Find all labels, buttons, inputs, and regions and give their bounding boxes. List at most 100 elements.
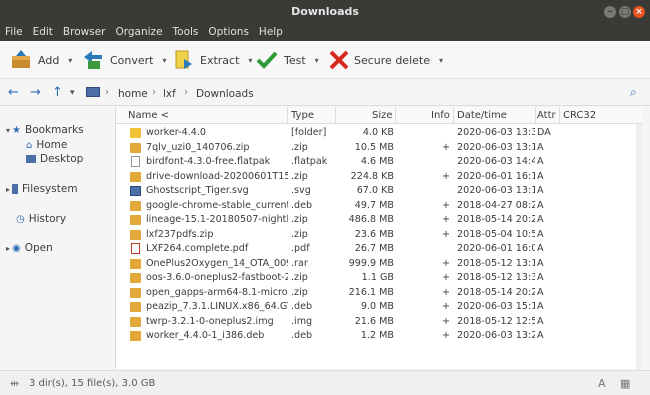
secure-delete-button[interactable]: Secure delete ▾: [328, 49, 443, 71]
file-size: 21.6 MB: [354, 315, 394, 327]
back-arrow-icon[interactable]: ←: [8, 85, 19, 100]
add-button[interactable]: Add ▾: [10, 49, 72, 71]
forward-arrow-icon[interactable]: →: [30, 85, 41, 100]
menu-file[interactable]: File: [0, 24, 28, 38]
resize-arrows-icon[interactable]: ⇹: [10, 377, 19, 390]
history-icon: ◷: [16, 213, 25, 225]
sidebar-item-desktop[interactable]: Desktop: [26, 153, 83, 165]
file-type: .zip: [291, 170, 308, 182]
file-attr: A: [537, 228, 544, 240]
table-row[interactable]: OnePlus2Oxygen_14_OTA_009_a .rar 999.9 MB +…: [116, 257, 642, 272]
chevron-right-icon[interactable]: ▸: [6, 185, 10, 194]
sidebar-open[interactable]: ▸ ◉ Open: [6, 242, 53, 254]
desktop-icon: [26, 155, 36, 163]
chevron-down-icon[interactable]: ▾: [248, 56, 252, 65]
table-row[interactable]: oos-3.6.0-oneplus2-fastboot-20 .zip 1.1 GB…: [116, 271, 642, 286]
column-header-name[interactable]: Name <: [128, 110, 169, 121]
menu-tools[interactable]: Tools: [168, 24, 204, 38]
font-size-icon[interactable]: A: [598, 377, 606, 390]
menu-browser[interactable]: Browser: [58, 24, 111, 38]
file-attr: A: [537, 330, 544, 341]
table-row[interactable]: 7qlv_uzi0_140706.zip .zip 10.5 MB +2020-06-…: [116, 141, 642, 156]
extract-button[interactable]: Extract ▾: [172, 49, 252, 71]
file-type: .zip: [291, 286, 308, 298]
folder-icon: [130, 128, 141, 138]
archive-icon: [130, 258, 141, 269]
toolbar: Add ▾ Convert ▾ Extract ▾ Test ▾ Secure …: [0, 41, 650, 79]
breadcrumb-downloads[interactable]: Downloads: [196, 88, 254, 100]
file-type: .flatpak: [291, 156, 328, 167]
column-header-date[interactable]: Date/time: [457, 110, 507, 121]
table-row[interactable]: twrp-3.2.1-0-oneplus2.img .img 21.6 MB +201…: [116, 315, 642, 330]
chevron-down-icon[interactable]: ▾: [68, 56, 72, 65]
chevron-down-icon[interactable]: ▾: [315, 56, 319, 65]
file-info: +: [441, 141, 450, 153]
table-row[interactable]: worker-4.4.0 [folder] 4.0 KB 2020-06-03 13:…: [116, 126, 642, 141]
file-attr: A: [537, 156, 544, 167]
file-type: .zip: [291, 141, 308, 153]
test-button[interactable]: Test ▾: [256, 49, 319, 71]
title-bar: Downloads – □ ×: [0, 0, 650, 24]
convert-button[interactable]: Convert ▾: [82, 49, 167, 71]
chevron-down-icon[interactable]: ▾: [6, 126, 10, 135]
file-size: 10.5 MB: [354, 141, 394, 153]
up-arrow-icon[interactable]: ↑: [52, 85, 63, 100]
column-header-crc32[interactable]: CRC32: [563, 110, 596, 121]
sidebar-bookmarks[interactable]: ▾ ★ Bookmarks: [6, 124, 84, 136]
column-header-size[interactable]: Size: [372, 110, 393, 121]
menu-organize[interactable]: Organize: [110, 24, 167, 38]
breadcrumb-home[interactable]: home: [118, 88, 148, 100]
table-row[interactable]: lxf237pdfs.zip .zip 23.6 MB +2018-05-04 10:…: [116, 228, 642, 243]
chevron-down-icon[interactable]: ▾: [163, 56, 167, 65]
table-row[interactable]: drive-download-20200601T1517 .zip 224.8 KB…: [116, 170, 642, 185]
table-row[interactable]: google-chrome-stable_current_ .deb 49.7 MB…: [116, 199, 642, 214]
table-row[interactable]: birdfont-4.3.0-free.flatpak .flatpak 4.6 M…: [116, 155, 642, 170]
window-title: Downloads: [291, 5, 359, 18]
peazip-window: Downloads – □ × File Edit Browser Organize T…: [0, 0, 650, 395]
sidebar-history[interactable]: ◷ History: [16, 213, 66, 225]
sidebar-filesystem[interactable]: ▸ Filesystem: [6, 183, 78, 195]
archive-icon: [130, 171, 141, 182]
menu-options[interactable]: Options: [203, 24, 254, 38]
table-row[interactable]: lineage-15.1-20180507-nightly-o.zip 486.8…: [116, 213, 642, 228]
file-size: 49.7 MB: [354, 199, 394, 211]
column-header-type[interactable]: Type: [291, 110, 314, 121]
chevron-right-icon[interactable]: ▸: [6, 244, 10, 253]
table-row[interactable]: open_gapps-arm64-8.1-micro-20 .zip 216.1 M…: [116, 286, 642, 301]
sidebar-item-home[interactable]: ⌂ Home: [26, 139, 67, 151]
file-date: 2020-06-03 13:30: [457, 127, 535, 138]
checkmark-icon: [256, 49, 278, 71]
file-date: 2018-05-12 12:51: [457, 315, 535, 327]
file-name: Ghostscript_Tiger.svg: [146, 185, 249, 196]
file-date: 2018-05-12 13:32: [457, 272, 535, 283]
chevron-down-icon[interactable]: ▾: [439, 56, 443, 65]
search-icon[interactable]: ⌕: [630, 85, 637, 100]
column-header-info[interactable]: Info: [431, 110, 450, 121]
breadcrumb-lxf[interactable]: lxf: [163, 88, 176, 100]
file-size: 1.2 MB: [360, 330, 394, 341]
minimize-button[interactable]: –: [604, 6, 616, 18]
file-name: twrp-3.2.1-0-oneplus2.img: [146, 315, 274, 327]
menu-edit[interactable]: Edit: [28, 24, 58, 38]
file-size: 23.6 MB: [354, 228, 394, 240]
file-list-header: Name < Type Size Info Date/time Attr CRC…: [116, 107, 642, 124]
status-text: 3 dir(s), 15 file(s), 3.0 GB: [29, 378, 156, 389]
file-date: 2018-05-04 10:55: [457, 228, 535, 240]
menu-help[interactable]: Help: [254, 24, 288, 38]
close-button[interactable]: ×: [633, 6, 645, 18]
computer-icon[interactable]: [86, 87, 100, 97]
table-row[interactable]: peazip_7.3.1.LINUX.x86_64.GTK .deb 9.0 MB +…: [116, 300, 642, 315]
table-row[interactable]: worker_4.4.0-1_i386.deb .deb 1.2 MB +2020-0…: [116, 329, 642, 344]
chevron-down-icon[interactable]: ▾: [70, 88, 75, 98]
table-row[interactable]: Ghostscript_Tiger.svg .svg 67.0 KB 2020-06-…: [116, 184, 642, 199]
file-attr: A: [537, 272, 544, 283]
table-row[interactable]: LXF264.complete.pdf .pdf 26.7 MB 2020-06-01…: [116, 242, 642, 257]
add-archive-icon: [10, 49, 32, 71]
file-name: 7qlv_uzi0_140706.zip: [146, 141, 250, 153]
maximize-button[interactable]: □: [619, 6, 631, 18]
view-mode-icon[interactable]: ▦: [620, 377, 630, 390]
file-name: birdfont-4.3.0-free.flatpak: [146, 156, 271, 167]
file-date: 2018-05-12 13:14: [457, 257, 535, 269]
column-header-attr[interactable]: Attr: [537, 110, 556, 121]
file-name: google-chrome-stable_current_: [146, 199, 288, 211]
